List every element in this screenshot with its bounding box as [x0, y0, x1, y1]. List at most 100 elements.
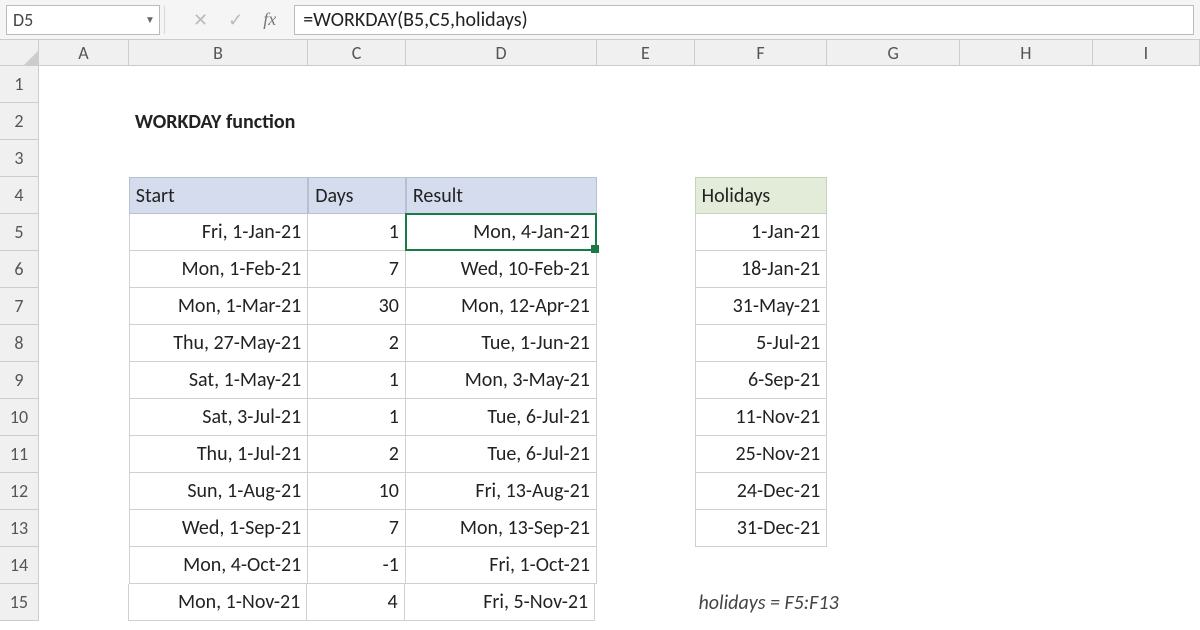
cell[interactable]: [39, 103, 129, 140]
col-header-B[interactable]: B: [129, 40, 309, 65]
row-header-5[interactable]: 5: [0, 214, 39, 251]
cell[interactable]: [1093, 473, 1200, 510]
cell[interactable]: [827, 214, 960, 251]
cell[interactable]: [960, 177, 1093, 214]
col-header-F[interactable]: F: [695, 40, 828, 65]
table-cell-days[interactable]: 7: [308, 251, 406, 288]
holiday-cell[interactable]: 5-Jul-21: [695, 325, 828, 362]
cell[interactable]: [827, 547, 960, 584]
cell[interactable]: [597, 325, 695, 362]
cell[interactable]: [695, 66, 828, 103]
cell[interactable]: [597, 214, 695, 251]
cell[interactable]: [960, 399, 1093, 436]
cell[interactable]: [597, 177, 695, 214]
table-cell-days[interactable]: 4: [307, 584, 404, 621]
table-cell-days[interactable]: -1: [308, 547, 406, 584]
table-cell-days[interactable]: 10: [308, 473, 406, 510]
cell[interactable]: [1093, 547, 1200, 584]
page-title[interactable]: WORKDAY function: [129, 103, 308, 140]
cell[interactable]: [597, 362, 695, 399]
table-cell-days[interactable]: 2: [308, 436, 406, 473]
cell[interactable]: [39, 399, 129, 436]
cell[interactable]: [406, 103, 597, 140]
table-cell-start[interactable]: Sat, 3-Jul-21: [129, 399, 308, 436]
cell[interactable]: [827, 436, 960, 473]
cell[interactable]: [39, 362, 129, 399]
cell[interactable]: [827, 177, 960, 214]
cell[interactable]: [1093, 66, 1200, 103]
cell[interactable]: [1093, 103, 1200, 140]
cell[interactable]: [1093, 436, 1200, 473]
cell[interactable]: [1093, 510, 1200, 547]
row-header-10[interactable]: 10: [0, 399, 39, 436]
row-header-4[interactable]: 4: [0, 177, 39, 214]
cell[interactable]: [39, 214, 129, 251]
cell[interactable]: [960, 103, 1093, 140]
cell[interactable]: [960, 510, 1093, 547]
cell[interactable]: [960, 473, 1093, 510]
cell[interactable]: [39, 288, 129, 325]
cell[interactable]: [960, 251, 1093, 288]
table-cell-result[interactable]: Fri, 5-Nov-21: [405, 584, 595, 621]
holiday-cell[interactable]: 6-Sep-21: [695, 362, 828, 399]
table-header-result[interactable]: Result: [406, 177, 597, 214]
cell[interactable]: [597, 140, 695, 177]
cell[interactable]: [827, 325, 960, 362]
name-box-dropdown-icon[interactable]: ▼: [141, 6, 159, 34]
row-header-12[interactable]: 12: [0, 473, 39, 510]
cell[interactable]: [39, 510, 129, 547]
table-header-holidays[interactable]: Holidays: [695, 177, 828, 214]
cell[interactable]: [695, 103, 828, 140]
col-header-I[interactable]: I: [1093, 40, 1200, 65]
cell[interactable]: [129, 66, 308, 103]
table-cell-start[interactable]: Fri, 1-Jan-21: [129, 214, 308, 251]
cell[interactable]: [39, 547, 129, 584]
cell[interactable]: [597, 288, 695, 325]
cell[interactable]: [597, 510, 695, 547]
row-header-15[interactable]: 15: [0, 584, 39, 621]
table-cell-days[interactable]: 1: [308, 362, 406, 399]
fill-handle[interactable]: [591, 245, 599, 253]
table-cell-days[interactable]: 2: [308, 325, 406, 362]
cell[interactable]: [406, 140, 597, 177]
cell[interactable]: [695, 547, 828, 584]
cell[interactable]: [406, 66, 597, 103]
cell[interactable]: [1093, 177, 1200, 214]
cell[interactable]: [960, 547, 1093, 584]
table-cell-result[interactable]: Mon, 4-Jan-21: [406, 214, 597, 251]
table-cell-start[interactable]: Sat, 1-May-21: [129, 362, 308, 399]
cell[interactable]: [1093, 362, 1200, 399]
table-cell-result[interactable]: Mon, 3-May-21: [406, 362, 597, 399]
holiday-cell[interactable]: 25-Nov-21: [695, 436, 828, 473]
table-cell-start[interactable]: Mon, 1-Feb-21: [129, 251, 308, 288]
formula-input[interactable]: =WORKDAY(B5,C5,holidays): [294, 5, 1194, 35]
holiday-cell[interactable]: 31-Dec-21: [695, 510, 828, 547]
table-cell-result[interactable]: Wed, 10-Feb-21: [406, 251, 597, 288]
table-cell-days[interactable]: 1: [308, 399, 406, 436]
cell[interactable]: [960, 288, 1093, 325]
cell[interactable]: [1093, 140, 1200, 177]
cell[interactable]: [597, 473, 695, 510]
table-cell-days[interactable]: 30: [308, 288, 406, 325]
cell[interactable]: [39, 473, 129, 510]
cell[interactable]: [308, 140, 406, 177]
cell[interactable]: [39, 251, 129, 288]
cell[interactable]: [597, 66, 695, 103]
row-header-6[interactable]: 6: [0, 251, 39, 288]
holiday-cell[interactable]: 24-Dec-21: [695, 473, 828, 510]
table-cell-start[interactable]: Thu, 1-Jul-21: [129, 436, 308, 473]
table-cell-result[interactable]: Tue, 1-Jun-21: [406, 325, 597, 362]
table-cell-start[interactable]: Thu, 27-May-21: [129, 325, 308, 362]
table-cell-result[interactable]: Tue, 6-Jul-21: [406, 436, 597, 473]
cell[interactable]: [597, 251, 695, 288]
cell[interactable]: [1093, 584, 1200, 621]
cell[interactable]: [960, 140, 1093, 177]
cell[interactable]: [1093, 288, 1200, 325]
table-header-start[interactable]: Start: [129, 177, 308, 214]
cell[interactable]: [1093, 251, 1200, 288]
holiday-cell[interactable]: 31-May-21: [695, 288, 828, 325]
row-header-9[interactable]: 9: [0, 362, 39, 399]
cancel-icon[interactable]: ✕: [193, 9, 208, 31]
cell[interactable]: [39, 66, 129, 103]
col-header-H[interactable]: H: [960, 40, 1093, 65]
